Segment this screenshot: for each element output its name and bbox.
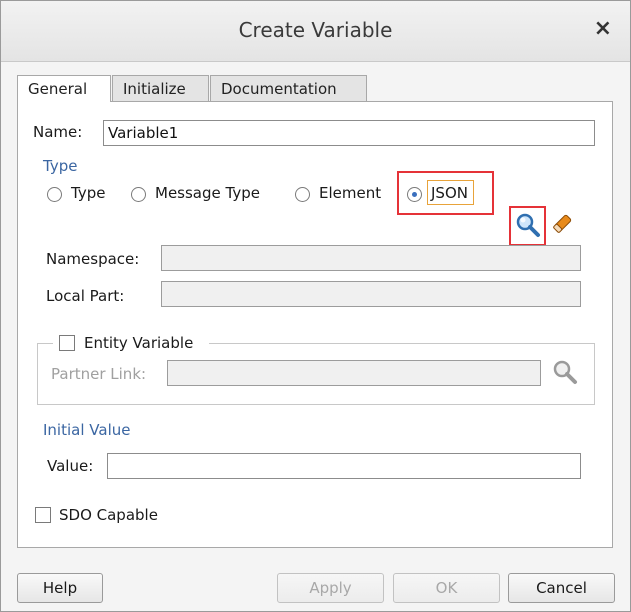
ok-button[interactable]: OK: [393, 573, 500, 603]
tab-general[interactable]: General: [17, 75, 111, 102]
namespace-label: Namespace:: [46, 250, 140, 268]
value-label: Value:: [47, 457, 94, 475]
title-bar: Create Variable ×: [1, 1, 630, 62]
partner-link-field[interactable]: [167, 360, 541, 386]
entity-variable-label[interactable]: Entity Variable: [84, 334, 193, 352]
tab-initialize[interactable]: Initialize: [112, 75, 209, 101]
apply-button[interactable]: Apply: [277, 573, 384, 603]
magnifier-icon[interactable]: [515, 212, 541, 238]
initial-value-section-title: Initial Value: [43, 421, 131, 439]
eraser-icon[interactable]: [550, 210, 576, 236]
entity-variable-checkbox[interactable]: [59, 335, 75, 351]
local-part-label: Local Part:: [46, 287, 125, 305]
cancel-button[interactable]: Cancel: [508, 573, 615, 603]
json-radio[interactable]: [407, 187, 422, 202]
type-radio-label[interactable]: Type: [71, 184, 105, 202]
partner-link-label: Partner Link:: [51, 365, 147, 383]
element-radio-label[interactable]: Element: [319, 184, 381, 202]
element-radio[interactable]: [295, 187, 310, 202]
create-variable-dialog: Create Variable × General Initialize Doc…: [0, 0, 631, 612]
message-type-radio[interactable]: [131, 187, 146, 202]
namespace-field[interactable]: [161, 245, 581, 271]
type-radio[interactable]: [47, 187, 62, 202]
tab-documentation[interactable]: Documentation: [210, 75, 367, 101]
value-field[interactable]: [107, 453, 581, 479]
partner-link-browse-icon[interactable]: [552, 359, 578, 385]
name-field[interactable]: Variable1: [103, 120, 595, 146]
message-type-radio-label[interactable]: Message Type: [155, 184, 260, 202]
dialog-title: Create Variable: [238, 18, 393, 42]
json-radio-label[interactable]: JSON: [431, 184, 468, 202]
sdo-capable-checkbox[interactable]: [35, 507, 51, 523]
general-panel: [17, 101, 613, 548]
sdo-capable-label[interactable]: SDO Capable: [59, 506, 158, 524]
name-label: Name:: [33, 123, 83, 141]
help-button[interactable]: Help: [17, 573, 103, 603]
close-icon[interactable]: ×: [594, 17, 612, 41]
local-part-field[interactable]: [161, 281, 581, 307]
type-section-title: Type: [43, 157, 78, 175]
